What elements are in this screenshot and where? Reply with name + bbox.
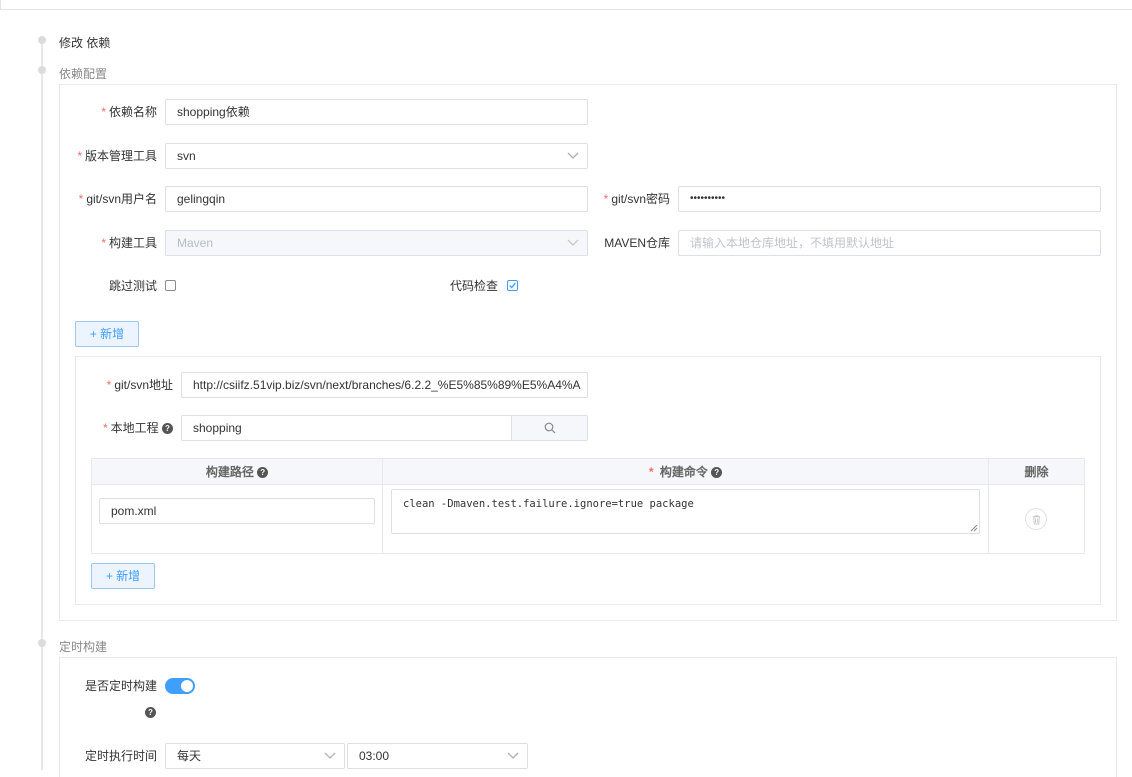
add-repo-button[interactable]: + 新增 [75,321,139,347]
maven-repo-input[interactable]: 请输入本地仓库地址，不填用默认地址 [678,230,1101,256]
repo-addr-label: * git/svn地址 [106,378,173,392]
timeline-dot-edit [38,36,46,44]
vcs-user-input[interactable]: gelingqin [165,186,588,212]
delete-row-button[interactable] [1025,508,1047,530]
chevron-down-icon [567,152,579,159]
build-tool-value: Maven [177,236,214,250]
project-search-button[interactable] [511,415,588,441]
build-path-input[interactable]: pom.xml [99,498,375,524]
resize-handle-icon[interactable] [970,524,978,532]
frequency-value: 每天 [177,749,202,763]
skip-test-checkbox[interactable] [165,280,176,291]
chevron-down-icon [567,239,579,246]
vcs-password-input[interactable]: •••••••••• [678,186,1101,212]
help-icon[interactable]: ? [711,467,723,479]
schedule-frequency-select[interactable]: 每天 [165,743,345,769]
trash-icon [1032,515,1041,525]
add-build-row-button[interactable]: + 新增 [91,563,155,589]
schedule-time-select[interactable]: 03:00 [347,743,528,769]
code-check-label: 代码检查 [449,279,498,293]
chevron-down-icon [507,752,519,759]
code-check-checkbox[interactable] [507,280,518,291]
build-command-textarea[interactable]: clean -Dmaven.test.failure.ignore=true p… [391,489,980,534]
help-icon[interactable]: ? [162,423,173,435]
help-icon[interactable]: ? [257,467,269,479]
col-header-delete: 删除 [989,459,1085,485]
vcs-password-label: * git/svn密码 [603,192,670,206]
build-command-text: clean -Dmaven.test.failure.ignore=true p… [403,498,694,510]
schedule-enable-label: 是否定时构建 [84,679,157,693]
time-value: 03:00 [359,749,390,763]
build-tool-label: * 构建工具 [101,236,157,250]
step-title-schedule: 定时构建 [59,640,108,654]
dep-name-input[interactable]: shopping依赖 [165,99,588,125]
vcs-user-label: * git/svn用户名 [78,192,157,206]
local-project-input[interactable]: shopping [181,415,512,441]
schedule-time-label: 定时执行时间 [84,749,157,763]
step-timeline [41,36,43,770]
plus-icon: + [89,327,101,341]
dep-name-label: * 依赖名称 [101,105,157,119]
maven-repo-placeholder: 请输入本地仓库地址，不填用默认地址 [690,236,895,250]
maven-repo-label: MAVEN仓库 [604,236,670,250]
timeline-dot-schedule [38,639,46,647]
vcs-label: * 版本管理工具 [77,149,157,163]
schedule-toggle[interactable] [165,678,195,694]
top-header-fragment [0,0,1132,10]
help-icon[interactable]: ? [145,707,156,718]
col-header-command: * 构建命令 ? [383,459,989,485]
chevron-down-icon [324,752,336,759]
repo-addr-input[interactable]: http://csiifz.51vip.biz/svn/next/branche… [181,372,588,398]
step-title-dep-config: 依赖配置 [59,67,108,81]
toggle-knob [181,680,193,692]
skip-test-label: 跳过测试 [108,279,157,293]
check-icon [509,282,516,289]
local-project-label: * 本地工程 ? [76,415,173,441]
timeline-dot-dep-config [38,66,46,74]
col-header-path: 构建路径 ? [92,459,383,485]
search-icon [544,422,556,434]
step-title-edit: 修改 依赖 [59,36,111,50]
build-tool-select: Maven [165,230,588,256]
plus-icon: + [105,569,117,583]
vcs-select-value: svn [177,149,196,163]
vcs-select[interactable]: svn [165,143,588,169]
